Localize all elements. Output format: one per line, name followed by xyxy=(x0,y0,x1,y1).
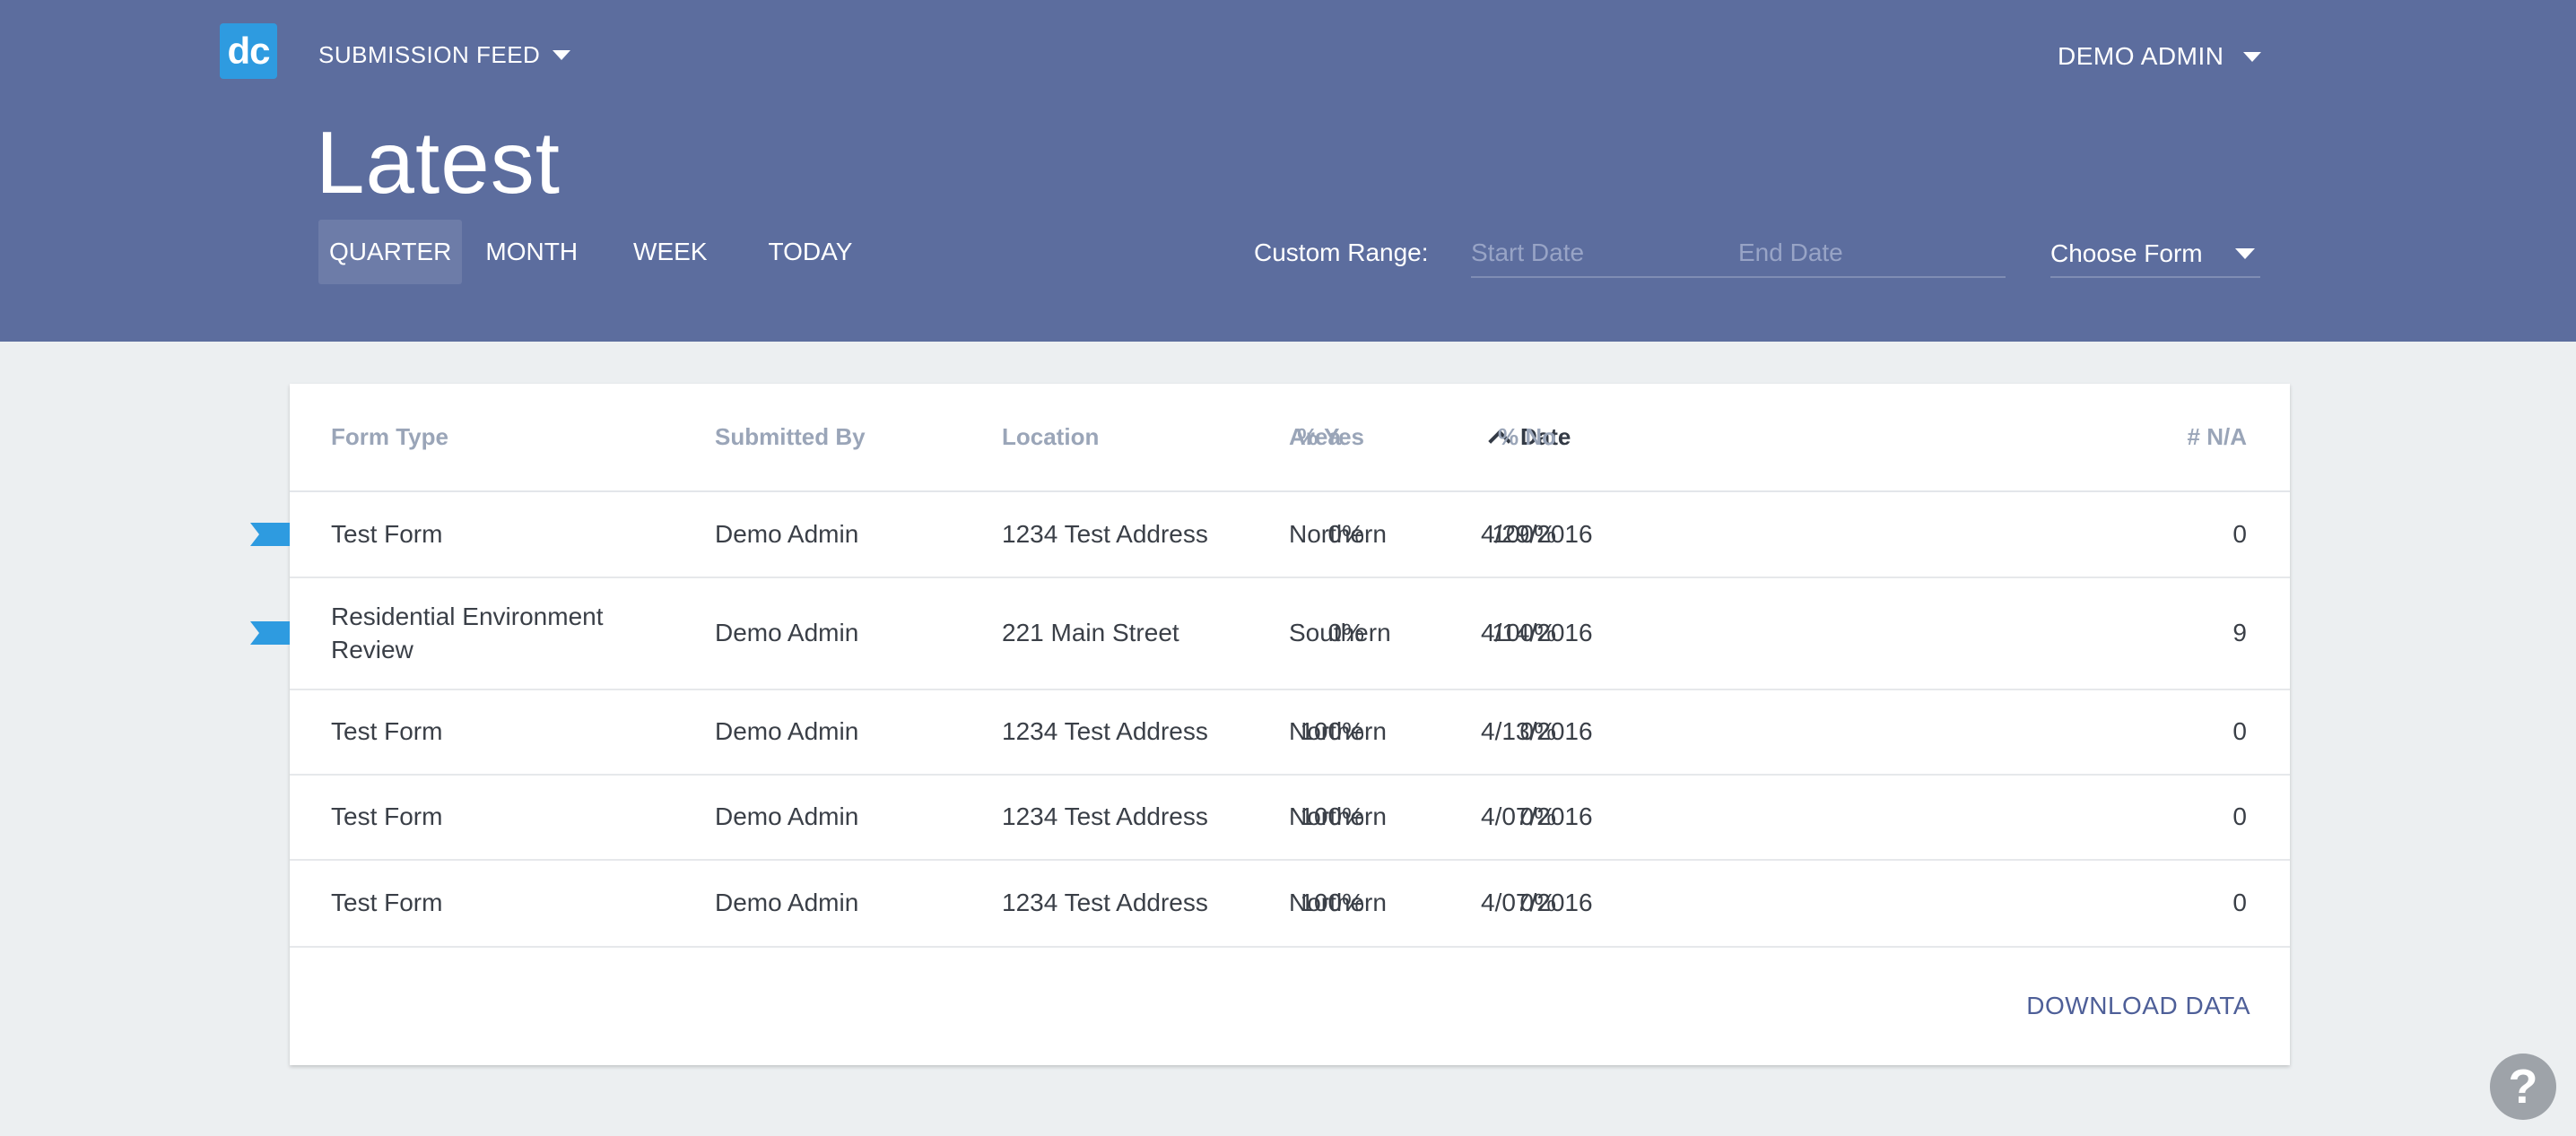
download-data-button[interactable]: DOWNLOAD DATA xyxy=(2026,992,2250,1020)
cell-number-na: 0 xyxy=(2232,888,2247,916)
start-date-input[interactable] xyxy=(1471,231,1722,274)
chevron-down-icon xyxy=(2243,51,2262,62)
table-row[interactable]: Residential Environment Review Demo Admin… xyxy=(250,577,2290,690)
cell-form-type: Test Form xyxy=(331,802,443,830)
cell-percent-no: 100% xyxy=(1492,618,1556,646)
column-number-na[interactable]: # N/A xyxy=(2188,423,2247,451)
submission-feed-label: SUBMISSION FEED xyxy=(318,40,541,68)
page-title: Latest xyxy=(316,113,561,212)
cell-percent-no: 0% xyxy=(1519,888,1556,916)
table-row[interactable]: Test Form Demo Admin 1234 Test Address Nort… xyxy=(290,689,2290,776)
cell-percent-yes: 100% xyxy=(1300,802,1364,830)
custom-range-label: Custom Range: xyxy=(1254,238,1429,266)
cell-location: 1234 Test Address xyxy=(1002,519,1208,548)
table-row[interactable]: Test Form Demo Admin 1234 Test Address Nort… xyxy=(250,491,2290,578)
cell-submitted-by: Demo Admin xyxy=(715,888,859,916)
tab-week[interactable]: WEEK xyxy=(622,220,718,284)
tab-quarter[interactable]: QUARTER xyxy=(318,220,463,284)
date-range-underline xyxy=(1471,276,2006,278)
cell-percent-yes: 100% xyxy=(1300,888,1364,916)
cell-percent-yes: 100% xyxy=(1300,716,1364,745)
cell-location: 1234 Test Address xyxy=(1002,802,1208,830)
question-mark-icon: ? xyxy=(2508,1060,2538,1114)
column-percent-no[interactable]: % No xyxy=(1498,423,1556,451)
chevron-down-icon xyxy=(553,49,571,60)
cell-form-type: Residential Environment Review xyxy=(331,602,604,663)
table-row[interactable]: Test Form Demo Admin 1234 Test Address Nort… xyxy=(290,859,2290,948)
cell-number-na: 0 xyxy=(2232,519,2247,548)
column-submitted-by[interactable]: Submitted By xyxy=(715,423,866,451)
flag-icon xyxy=(250,620,290,645)
column-location[interactable]: Location xyxy=(1002,423,1099,451)
cell-location: 1234 Test Address xyxy=(1002,716,1208,745)
page-header: dc SUBMISSION FEED DEMO ADMIN Latest QUA… xyxy=(0,0,2576,342)
submission-feed-menu[interactable]: SUBMISSION FEED xyxy=(318,39,571,70)
cell-percent-no: 0% xyxy=(1519,716,1556,745)
cell-percent-yes: 0% xyxy=(1327,618,1364,646)
table-header: Form Type Submitted By Location Area Dat… xyxy=(290,384,2290,492)
cell-location: 221 Main Street xyxy=(1002,618,1179,646)
cell-percent-yes: 0% xyxy=(1327,519,1364,548)
choose-form-label: Choose Form xyxy=(2050,239,2203,267)
cell-form-type: Test Form xyxy=(331,519,443,548)
cell-submitted-by: Demo Admin xyxy=(715,802,859,830)
user-menu-label: DEMO ADMIN xyxy=(2058,42,2224,70)
table-row[interactable]: Test Form Demo Admin 1234 Test Address Nort… xyxy=(290,774,2290,861)
choose-form-select[interactable]: Choose Form xyxy=(2050,231,2260,278)
help-button[interactable]: ? xyxy=(2490,1054,2556,1120)
cell-submitted-by: Demo Admin xyxy=(715,716,859,745)
cell-percent-no: 100% xyxy=(1492,519,1556,548)
tab-today[interactable]: TODAY xyxy=(758,220,864,284)
end-date-input[interactable] xyxy=(1738,231,1998,274)
cell-form-type: Test Form xyxy=(331,888,443,916)
flag-icon xyxy=(250,522,290,546)
cell-number-na: 0 xyxy=(2232,802,2247,830)
cell-submitted-by: Demo Admin xyxy=(715,519,859,548)
range-tabs: QUARTER MONTH WEEK TODAY xyxy=(318,220,875,284)
cell-percent-no: 0% xyxy=(1519,802,1556,830)
tab-month[interactable]: MONTH xyxy=(474,220,588,284)
cell-submitted-by: Demo Admin xyxy=(715,618,859,646)
column-percent-yes[interactable]: % Yes xyxy=(1297,423,1364,451)
user-menu[interactable]: DEMO ADMIN xyxy=(2058,41,2262,72)
app-logo[interactable]: dc xyxy=(220,23,277,79)
cell-form-type: Test Form xyxy=(331,716,443,745)
cell-number-na: 9 xyxy=(2232,618,2247,646)
cell-number-na: 0 xyxy=(2232,716,2247,745)
cell-location: 1234 Test Address xyxy=(1002,888,1208,916)
submissions-card: Form Type Submitted By Location Area Dat… xyxy=(250,384,2290,1065)
column-form-type[interactable]: Form Type xyxy=(331,423,448,451)
chevron-down-icon xyxy=(2235,248,2255,259)
